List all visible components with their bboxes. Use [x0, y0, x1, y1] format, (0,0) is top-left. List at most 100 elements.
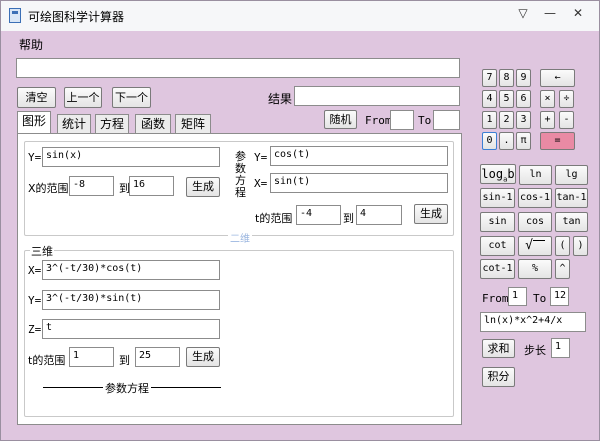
x-to-input[interactable]: 16 — [129, 176, 174, 196]
y-function-input[interactable]: sin(x) — [42, 147, 220, 167]
sum-button[interactable]: 求和 — [482, 339, 515, 358]
sqrt-key[interactable]: √ — [518, 236, 552, 256]
sum-from-input[interactable]: 1 — [508, 287, 527, 306]
key-minus[interactable]: - — [559, 111, 574, 129]
window-title: 可绘图科学计算器 — [28, 10, 125, 24]
param-y-label: Y= — [254, 151, 268, 164]
step-label: 步长 — [524, 344, 546, 357]
result-label: 结果 — [268, 92, 293, 106]
y3-input[interactable]: 3^(-t/30)*sin(t) — [42, 290, 220, 310]
key-8[interactable]: 8 — [499, 69, 514, 87]
expression-input[interactable] — [16, 58, 460, 78]
key-dot[interactable]: . — [499, 132, 514, 150]
key-4[interactable]: 4 — [482, 90, 497, 108]
x-range-label: X的范围 — [28, 182, 69, 195]
y-label: Y= — [28, 151, 42, 164]
calculator-icon — [9, 8, 21, 23]
app-window: 可绘图科学计算器 ▽ — ✕ 帮助 清空 上一个 下一个 结果 随机 From … — [0, 0, 600, 441]
t-from-input[interactable]: -4 — [296, 205, 341, 225]
generate-param-button[interactable]: 生成 — [414, 204, 448, 224]
backspace-key[interactable]: ← — [540, 69, 575, 87]
arcsin-key[interactable]: sin-1 — [480, 188, 515, 208]
lg-key[interactable]: lg — [555, 165, 588, 185]
cot-key[interactable]: cot — [480, 236, 515, 256]
title-bar: 可绘图科学计算器 ▽ — ✕ — [1, 1, 599, 31]
equals-key[interactable]: = — [540, 132, 575, 150]
tab-graph[interactable]: 图形 — [17, 111, 51, 135]
close-paren-key[interactable]: ) — [573, 236, 588, 256]
key-3[interactable]: 3 — [516, 111, 531, 129]
log-base-key[interactable]: logab — [480, 164, 516, 184]
arctan-key[interactable]: tan-1 — [555, 188, 588, 208]
legend-2d: 二维 — [228, 230, 252, 245]
to-label-3: 到 — [119, 354, 130, 367]
key-1[interactable]: 1 — [482, 111, 497, 129]
to-field[interactable] — [433, 110, 460, 130]
clear-button[interactable]: 清空 — [17, 87, 56, 108]
percent-key[interactable]: % — [518, 259, 552, 279]
z3-input[interactable]: t — [42, 319, 220, 339]
key-5[interactable]: 5 — [499, 90, 514, 108]
to-label: To — [418, 114, 432, 127]
t3-to-input[interactable]: 25 — [135, 347, 180, 367]
menu-help[interactable]: 帮助 — [19, 36, 43, 53]
chevron-down-icon[interactable]: ▽ — [511, 4, 535, 22]
param-caption: 参数方程 — [103, 380, 151, 396]
key-plus[interactable]: + — [540, 111, 555, 129]
generate-2d-button[interactable]: 生成 — [186, 177, 220, 197]
param-x-label: X= — [254, 177, 268, 190]
sqrt-icon: √ — [525, 238, 533, 253]
cos-key[interactable]: cos — [518, 212, 552, 232]
x3-label: X= — [28, 264, 42, 277]
legend-3d: 三维 — [30, 243, 54, 259]
from-label: From — [365, 114, 392, 127]
integral-button[interactable]: 积分 — [482, 367, 515, 387]
sum-to-label: To — [533, 292, 547, 305]
random-button[interactable]: 随机 — [324, 110, 357, 129]
t-range-label: t的范围 — [255, 212, 293, 225]
tab-function[interactable]: 函数 — [135, 114, 171, 134]
open-paren-key[interactable]: ( — [555, 236, 570, 256]
close-icon[interactable]: ✕ — [566, 4, 590, 22]
key-7[interactable]: 7 — [482, 69, 497, 87]
tab-statistics[interactable]: 统计 — [57, 114, 91, 134]
graph-panel: 二维 Y= sin(x) X的范围 -8 到 16 生成 参数方程 Y= cos… — [17, 133, 462, 425]
param-y-input[interactable]: cos(t) — [270, 146, 448, 166]
sqrt-bar — [532, 240, 545, 251]
key-6[interactable]: 6 — [516, 90, 531, 108]
log-text: log — [481, 167, 504, 181]
sum-to-input[interactable]: 12 — [550, 287, 569, 306]
x3-input[interactable]: 3^(-t/30)*cos(t) — [42, 260, 220, 280]
arccot-key[interactable]: cot-1 — [480, 259, 515, 279]
tan-key[interactable]: tan — [555, 212, 588, 232]
param-x-input[interactable]: sin(t) — [270, 173, 448, 193]
sum-expression-input[interactable]: ln(x)*x^2+4/x — [480, 312, 586, 332]
t3-from-input[interactable]: 1 — [69, 347, 114, 367]
key-times[interactable]: × — [540, 90, 555, 108]
power-key[interactable]: ^ — [555, 259, 570, 279]
sum-from-label: From — [482, 292, 509, 305]
param-title: 参数方程 — [235, 150, 246, 199]
t-to-input[interactable]: 4 — [356, 205, 402, 225]
tab-equation[interactable]: 方程 — [95, 114, 129, 134]
from-field[interactable] — [390, 110, 414, 130]
ln-key[interactable]: ln — [519, 165, 552, 185]
sin-key[interactable]: sin — [480, 212, 515, 232]
key-9[interactable]: 9 — [516, 69, 531, 87]
generate-3d-button[interactable]: 生成 — [186, 347, 220, 367]
key-pi[interactable]: π — [516, 132, 531, 150]
z3-label: Z= — [28, 323, 42, 336]
minimize-icon[interactable]: — — [538, 4, 562, 22]
menu-bar: 帮助 — [1, 31, 599, 55]
result-field[interactable] — [294, 86, 460, 106]
tab-matrix[interactable]: 矩阵 — [175, 114, 211, 134]
step-input[interactable]: 1 — [551, 338, 570, 358]
prev-button[interactable]: 上一个 — [64, 87, 102, 108]
next-button[interactable]: 下一个 — [112, 87, 151, 108]
y3-label: Y= — [28, 294, 42, 307]
arccos-key[interactable]: cos-1 — [518, 188, 552, 208]
key-2[interactable]: 2 — [499, 111, 514, 129]
key-0[interactable]: 0 — [482, 132, 497, 150]
x-from-input[interactable]: -8 — [69, 176, 114, 196]
key-divide[interactable]: ÷ — [559, 90, 574, 108]
